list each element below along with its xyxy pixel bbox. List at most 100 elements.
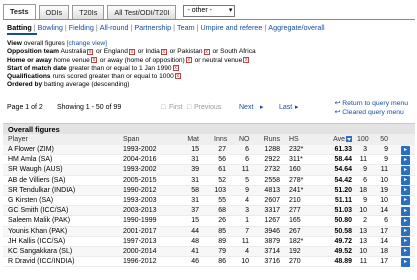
subnav-aggregate[interactable]: Aggregate/overall xyxy=(268,23,324,32)
filter-view: View overall figures [change view] xyxy=(7,40,107,47)
col-no[interactable]: NO xyxy=(239,134,250,145)
remove-filter-icon[interactable]: x xyxy=(203,48,210,55)
player-profile-arrow-icon[interactable]: ▸ xyxy=(401,176,410,186)
innings: 52 xyxy=(218,176,226,184)
player-profile-arrow-icon[interactable]: ▸ xyxy=(401,227,410,236)
subnav-bowling[interactable]: Bowling xyxy=(38,23,63,32)
player-span: 2001-2017 xyxy=(123,227,157,235)
player-span: 1997-2013 xyxy=(123,237,157,245)
matches: 58 xyxy=(191,186,199,194)
not-outs: 6 xyxy=(245,146,249,153)
runs: 3714 xyxy=(264,247,280,255)
innings: 79 xyxy=(218,247,226,255)
results-table: Overall figures Player Span Mat Inns NO … xyxy=(3,123,415,268)
col-span[interactable]: Span xyxy=(123,134,139,145)
tab-odis[interactable]: ODIs xyxy=(38,5,70,19)
remove-filter-icon[interactable]: x xyxy=(172,65,179,72)
innings: 68 xyxy=(218,207,226,215)
cleared-query-link[interactable]: ↩ Cleared query menu xyxy=(335,108,408,117)
high-score: 278* xyxy=(289,176,304,184)
fifties: 10 xyxy=(380,176,388,184)
matches: 39 xyxy=(191,166,199,174)
stat-type-nav: Batting | Bowling | Fielding | All-round | Partn… xyxy=(7,23,325,32)
average: 54.42 xyxy=(334,176,352,184)
change-view-link[interactable]: [change view] xyxy=(67,40,107,47)
not-outs: 4 xyxy=(245,247,249,255)
player-profile-arrow-icon[interactable]: ▸ xyxy=(401,247,410,257)
remove-filter-icon[interactable]: x xyxy=(87,48,94,55)
high-score: 311* xyxy=(289,156,303,164)
innings: 56 xyxy=(218,156,226,164)
high-score: 160 xyxy=(289,166,301,174)
subnav-team[interactable]: Team xyxy=(177,23,195,32)
player-profile-arrow-icon[interactable]: ▸ xyxy=(401,155,410,165)
subnav-umpire[interactable]: Umpire and referee xyxy=(200,23,262,32)
next-page-icon[interactable]: ▸ xyxy=(260,102,264,114)
remove-filter-icon[interactable]: x xyxy=(185,56,192,63)
table-row: GC Smith (ICC/SA) 2003-2013 37 68 3 3317 277 51… xyxy=(3,206,415,217)
other-format-select[interactable]: - other - ▾ xyxy=(183,5,236,17)
col-inns[interactable]: Inns xyxy=(214,134,227,145)
player-name: R Dravid (ICC/INDIA) xyxy=(8,258,75,266)
player-span: 1990-2012 xyxy=(123,186,157,194)
hundreds: 10 xyxy=(359,207,367,215)
return-query-link[interactable]: ↩ Return to query menu xyxy=(335,99,408,108)
tab-all-formats[interactable]: All Test/ODI/T20I xyxy=(107,5,177,19)
tab-tests[interactable]: Tests xyxy=(3,4,36,19)
subnav-fielding[interactable]: Fielding xyxy=(69,23,94,32)
subnav-all-round[interactable]: All-round xyxy=(100,23,129,32)
high-score: 192 xyxy=(289,247,301,255)
matches: 48 xyxy=(191,237,199,245)
player-name: HM Amla (SA) xyxy=(8,156,53,164)
not-outs: 3 xyxy=(245,207,249,215)
high-score: 270 xyxy=(289,258,301,266)
player-span: 1993-2003 xyxy=(123,196,157,204)
average: 48.89 xyxy=(334,258,352,266)
first-page-link: First xyxy=(169,104,183,111)
col-mat[interactable]: Mat xyxy=(187,134,199,145)
col-50[interactable]: 50 xyxy=(378,134,388,145)
hundreds: 6 xyxy=(363,176,367,184)
player-profile-arrow-icon[interactable]: ▸ xyxy=(401,145,410,155)
player-span: 1993-2002 xyxy=(123,166,157,174)
remove-filter-icon[interactable]: x xyxy=(243,56,250,63)
remove-filter-icon[interactable]: x xyxy=(160,48,167,55)
fifties: 11 xyxy=(380,166,388,174)
col-player[interactable]: Player xyxy=(8,134,28,145)
showing-count: Showing 1 - 50 of 99 xyxy=(57,104,122,111)
last-page-icon[interactable]: ▸ xyxy=(295,102,299,114)
col-ave[interactable]: Ave xyxy=(322,134,352,145)
last-page-link[interactable]: Last xyxy=(279,102,292,114)
average: 61.33 xyxy=(334,146,352,153)
matches: 41 xyxy=(191,247,199,255)
hundreds: 3 xyxy=(363,146,367,153)
subnav-batting[interactable]: Batting xyxy=(7,23,32,32)
not-outs: 9 xyxy=(245,186,249,194)
player-name: AB de Villiers (SA) xyxy=(8,176,66,184)
table-row: JH Kallis (ICC/SA) 1997-2013 48 89 11 3879 182… xyxy=(3,237,415,247)
player-profile-arrow-icon[interactable]: ▸ xyxy=(401,206,410,216)
remove-filter-icon[interactable]: x xyxy=(90,56,97,63)
remove-filter-icon[interactable]: x xyxy=(128,48,135,55)
player-span: 1993-2002 xyxy=(123,146,157,153)
player-profile-arrow-icon[interactable]: ▸ xyxy=(401,257,410,267)
subnav-partnership[interactable]: Partnership xyxy=(134,23,171,32)
average: 50.58 xyxy=(334,227,352,235)
format-tabs: Tests ODIs T20Is All Test/ODI/T20I - oth… xyxy=(3,4,415,20)
tab-t20is[interactable]: T20Is xyxy=(72,5,105,19)
player-profile-arrow-icon[interactable]: ▸ xyxy=(401,186,410,196)
average: 58.44 xyxy=(334,156,352,164)
player-profile-arrow-icon[interactable]: ▸ xyxy=(401,216,410,226)
player-profile-arrow-icon[interactable]: ▸ xyxy=(401,237,410,247)
player-profile-arrow-icon[interactable]: ▸ xyxy=(401,165,410,175)
next-page-link[interactable]: Next xyxy=(239,102,253,114)
high-score: 182* xyxy=(289,237,304,245)
runs: 2607 xyxy=(264,196,280,204)
innings: 86 xyxy=(218,258,226,266)
remove-filter-icon[interactable]: x xyxy=(174,73,181,80)
col-hs[interactable]: HS xyxy=(289,134,307,145)
high-score: 267 xyxy=(289,227,301,235)
col-100[interactable]: 100 xyxy=(357,134,369,145)
player-profile-arrow-icon[interactable]: ▸ xyxy=(401,196,410,206)
col-runs[interactable]: Runs xyxy=(258,134,280,145)
